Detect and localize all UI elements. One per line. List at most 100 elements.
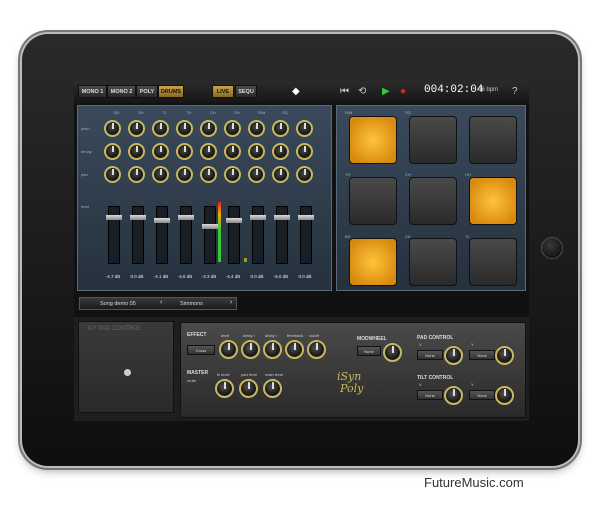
channel-knob[interactable] — [176, 120, 193, 137]
channel-fader[interactable] — [154, 206, 170, 264]
pad-label: CH — [405, 172, 411, 177]
pad-x-knob[interactable] — [444, 346, 463, 365]
channel-knob[interactable] — [128, 166, 145, 183]
effect-param-label: delay l — [243, 333, 255, 338]
mode-poly-button[interactable]: POLY — [136, 85, 158, 98]
xy-cursor[interactable] — [123, 368, 132, 377]
drum-pad[interactable] — [349, 177, 397, 225]
channel-knob[interactable] — [200, 143, 217, 160]
channel-fader[interactable] — [250, 206, 266, 264]
channel-knob[interactable] — [224, 120, 241, 137]
channel-knob[interactable] — [200, 120, 217, 137]
channel-knob[interactable] — [104, 166, 121, 183]
fader-handle[interactable] — [178, 215, 194, 221]
channel-knob[interactable] — [176, 166, 193, 183]
modwheel-value-button[interactable]: None — [357, 346, 381, 356]
song-name: Song demo 05 — [100, 301, 136, 307]
tilt-x-knob[interactable] — [444, 386, 463, 405]
channel-knob[interactable] — [248, 166, 265, 183]
effect-knob[interactable] — [219, 340, 238, 359]
drum-pad[interactable] — [469, 177, 517, 225]
next-kit-icon[interactable]: › — [230, 299, 232, 306]
drum-pad[interactable] — [409, 116, 457, 164]
pad-y-label: Y — [471, 342, 474, 347]
tilt-x-button[interactable]: None — [417, 390, 443, 400]
channel-knob[interactable] — [104, 120, 121, 137]
channel-knob[interactable] — [272, 120, 289, 137]
pad-x-button[interactable]: None — [417, 350, 443, 360]
effect-knob[interactable] — [263, 340, 282, 359]
channel-knob[interactable] — [152, 166, 169, 183]
channel-knob[interactable] — [128, 143, 145, 160]
drum-pad[interactable] — [409, 238, 457, 286]
help-icon[interactable]: ? — [512, 85, 518, 98]
master-knob[interactable] — [263, 379, 282, 398]
channel-label: TH — [186, 110, 192, 115]
channel-db-value: 0.0 dB — [298, 274, 312, 279]
home-button[interactable] — [542, 238, 562, 258]
channel-knob[interactable] — [152, 143, 169, 160]
channel-knob[interactable] — [104, 143, 121, 160]
channel-knob[interactable] — [296, 120, 313, 137]
fader-handle[interactable] — [106, 215, 122, 221]
effect-knob[interactable] — [285, 340, 304, 359]
channel-fader[interactable] — [274, 206, 290, 264]
channel-knob[interactable] — [296, 143, 313, 160]
channel-label: BD — [114, 110, 120, 115]
rewind-icon[interactable]: ⏮ — [340, 85, 349, 98]
effect-type-button[interactable]: Cross — [187, 345, 215, 355]
mode-mono2-button[interactable]: MONO 2 — [107, 85, 136, 98]
modwheel-knob[interactable] — [383, 343, 402, 362]
loop-icon[interactable]: ⟲ — [358, 85, 366, 98]
effect-knob[interactable] — [241, 340, 260, 359]
drum-pad[interactable] — [409, 177, 457, 225]
fader-handle[interactable] — [298, 215, 314, 221]
view-sequ-button[interactable]: SEQU — [235, 85, 257, 98]
channel-knob[interactable] — [272, 166, 289, 183]
drum-pad[interactable] — [469, 116, 517, 164]
master-knob[interactable] — [215, 379, 234, 398]
channel-fader[interactable] — [226, 206, 242, 264]
drum-pad[interactable] — [349, 116, 397, 164]
drum-pad[interactable] — [469, 238, 517, 286]
pad-y-button[interactable]: None — [469, 350, 495, 360]
tilt-y-button[interactable]: None — [469, 390, 495, 400]
channel-knob[interactable] — [200, 166, 217, 183]
pad-y-knob[interactable] — [495, 346, 514, 365]
channel-fader[interactable] — [298, 206, 314, 264]
fader-handle[interactable] — [226, 218, 242, 224]
channel-knob[interactable] — [248, 120, 265, 137]
site-credit: FutureMusic.com — [424, 475, 524, 490]
channel-fader[interactable] — [202, 206, 218, 264]
drum-mixer: BD SN TL TH CH OH RIM SQ pitch decay pan level -4.7 … — [77, 105, 332, 291]
prev-kit-icon[interactable]: ‹ — [160, 299, 162, 306]
channel-knob[interactable] — [296, 166, 313, 183]
channel-knob[interactable] — [176, 143, 193, 160]
fader-handle[interactable] — [130, 215, 146, 221]
tilt-y-knob[interactable] — [495, 386, 514, 405]
channel-knob[interactable] — [128, 120, 145, 137]
fader-handle[interactable] — [154, 218, 170, 224]
channel-knob[interactable] — [272, 143, 289, 160]
channel-knob[interactable] — [152, 120, 169, 137]
fader-handle[interactable] — [250, 215, 266, 221]
drum-pad[interactable] — [349, 238, 397, 286]
channel-knob[interactable] — [224, 143, 241, 160]
effect-param-label: delay r — [265, 333, 278, 338]
channel-fader[interactable] — [178, 206, 194, 264]
channel-fader[interactable] — [106, 206, 122, 264]
fader-handle[interactable] — [202, 223, 218, 229]
mode-drums-button[interactable]: DRUMS — [158, 85, 184, 98]
channel-knob[interactable] — [224, 166, 241, 183]
channel-fader[interactable] — [130, 206, 146, 264]
master-knob[interactable] — [239, 379, 258, 398]
view-live-button[interactable]: LIVE — [212, 85, 234, 98]
fader-handle[interactable] — [274, 215, 290, 221]
effect-knob[interactable] — [307, 340, 326, 359]
mode-mono1-button[interactable]: MONO 1 — [78, 85, 107, 98]
xy-pad[interactable]: X/Y PAD CONTROL — [78, 321, 174, 413]
song-selector[interactable]: Song demo 05 ‹ Simmons › — [79, 297, 237, 310]
record-icon[interactable]: ● — [400, 85, 406, 98]
channel-knob[interactable] — [248, 143, 265, 160]
play-icon[interactable]: ▶ — [382, 85, 390, 98]
